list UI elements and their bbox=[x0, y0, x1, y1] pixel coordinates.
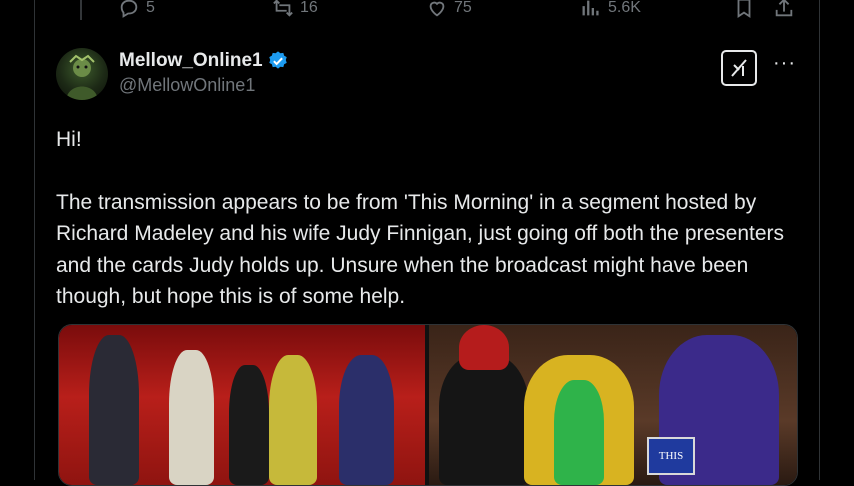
hat-shape bbox=[459, 325, 509, 370]
repost-count: 16 bbox=[300, 0, 318, 16]
post-greeting: Hi! bbox=[56, 128, 82, 151]
performer-figure bbox=[169, 350, 214, 485]
performer-figure bbox=[439, 355, 529, 485]
display-name[interactable]: Mellow_Online1 bbox=[119, 50, 263, 72]
reply-count: 5 bbox=[146, 0, 155, 16]
bookmark-button[interactable] bbox=[733, 0, 755, 19]
bookmark-icon bbox=[737, 0, 751, 18]
post-media[interactable]: THIS bbox=[58, 324, 798, 486]
this-card: THIS bbox=[647, 437, 695, 475]
handle[interactable]: @MellowOnline1 bbox=[119, 75, 289, 96]
like-button[interactable]: 75 bbox=[426, 0, 472, 19]
presenter-figure bbox=[89, 335, 139, 485]
performer-shirt bbox=[554, 380, 604, 485]
verified-badge-icon bbox=[268, 51, 287, 69]
grok-button[interactable] bbox=[721, 50, 757, 86]
card-text: THIS bbox=[658, 450, 684, 462]
views-count: 5.6K bbox=[608, 0, 641, 16]
post-body: The transmission appears to be from 'Thi… bbox=[56, 190, 785, 309]
like-count: 75 bbox=[454, 0, 472, 16]
repost-button[interactable]: 16 bbox=[272, 0, 318, 19]
author-info: Mellow_Online1 @MellowOnline1 bbox=[119, 50, 289, 96]
like-icon bbox=[429, 1, 445, 17]
more-options-icon[interactable]: ··· bbox=[773, 52, 796, 75]
views-button[interactable]: 5.6K bbox=[580, 0, 641, 19]
share-button[interactable] bbox=[773, 0, 795, 19]
media-image-right[interactable]: THIS bbox=[429, 325, 797, 485]
grok-icon bbox=[731, 59, 747, 77]
repost-icon bbox=[273, 0, 293, 17]
presenter-figure bbox=[339, 355, 394, 485]
share-icon bbox=[775, 0, 793, 17]
views-icon bbox=[582, 0, 599, 16]
performer-figure bbox=[229, 365, 269, 485]
avatar-image bbox=[66, 54, 98, 100]
reply-icon bbox=[120, 0, 138, 18]
performer-figure bbox=[269, 355, 317, 485]
author-name-row[interactable]: Mellow_Online1 bbox=[119, 50, 289, 72]
avatar[interactable] bbox=[56, 48, 108, 100]
reply-button[interactable]: 5 bbox=[118, 0, 155, 19]
post-text: Hi! The transmission appears to be from … bbox=[56, 124, 796, 313]
previous-post-actions: 5 16 75 5.6K bbox=[0, 0, 854, 20]
media-image-left[interactable] bbox=[59, 325, 425, 485]
